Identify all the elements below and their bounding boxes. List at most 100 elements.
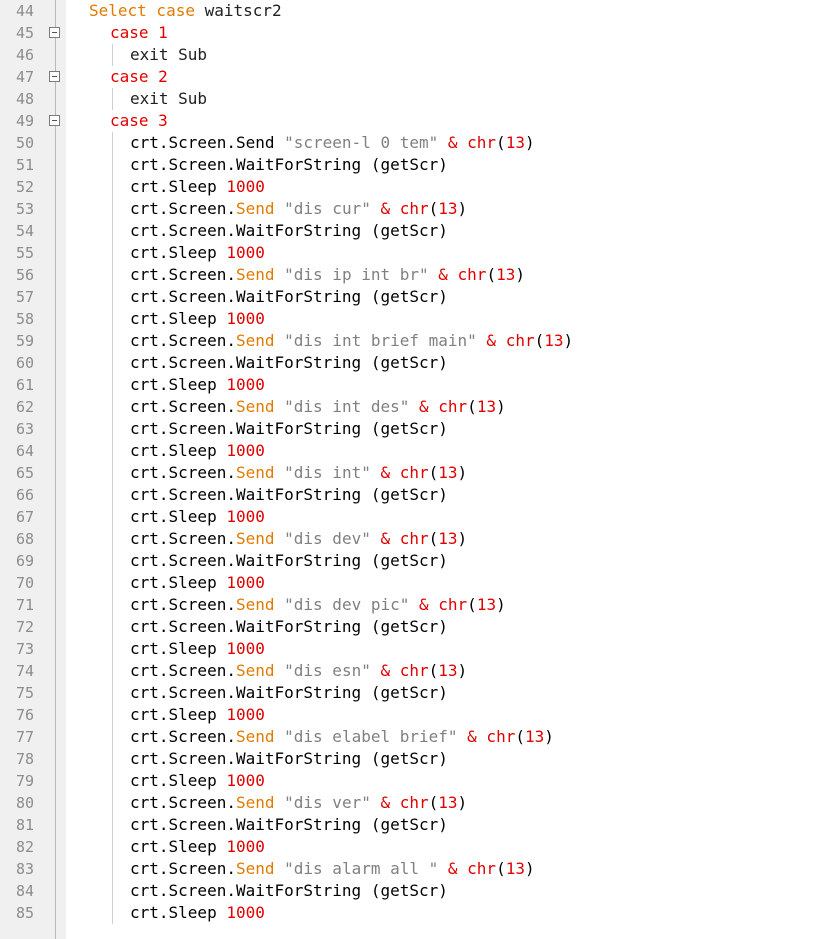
code-line[interactable]: 70 crt.Sleep 1000 (0, 572, 831, 594)
code-line[interactable]: 84 crt.Screen.WaitForString (getScr) (0, 880, 831, 902)
fold-toggle-icon[interactable] (49, 27, 60, 38)
code-line[interactable]: 82 crt.Sleep 1000 (0, 836, 831, 858)
code-line[interactable]: 55 crt.Sleep 1000 (0, 242, 831, 264)
line-number: 49 (15, 112, 34, 130)
code-line[interactable]: 65 crt.Screen.Send "dis int" & chr(13) (0, 462, 831, 484)
code-line[interactable]: 44 Select case waitscr2 (0, 0, 831, 22)
code-line[interactable]: 75 crt.Screen.WaitForString (getScr) (0, 682, 831, 704)
code-line[interactable]: 85 crt.Sleep 1000 (0, 902, 831, 924)
code-line[interactable]: 51 crt.Screen.WaitForString (getScr) (0, 154, 831, 176)
code-lines[interactable]: 44 Select case waitscr2 45 case 1 46 exit Sub… (0, 0, 831, 924)
code-text[interactable]: exit Sub (130, 44, 207, 66)
code-line[interactable]: 80 crt.Screen.Send "dis ver" & chr(13) (0, 792, 831, 814)
code-text[interactable]: crt.Screen.Send "dis dev pic" & chr(13) (130, 594, 506, 616)
code-text[interactable]: crt.Screen.WaitForString (getScr) (130, 484, 448, 506)
code-line[interactable]: 67 crt.Sleep 1000 (0, 506, 831, 528)
code-text[interactable]: crt.Screen.WaitForString (getScr) (130, 220, 448, 242)
code-line[interactable]: 78 crt.Screen.WaitForString (getScr) (0, 748, 831, 770)
code-text[interactable]: crt.Sleep 1000 (130, 506, 265, 528)
code-line[interactable]: 73 crt.Sleep 1000 (0, 638, 831, 660)
code-text[interactable]: crt.Sleep 1000 (130, 242, 265, 264)
code-text[interactable]: crt.Screen.Send "dis cur" & chr(13) (130, 198, 467, 220)
code-line[interactable]: 81 crt.Screen.WaitForString (getScr) (0, 814, 831, 836)
code-text[interactable]: crt.Screen.Send "dis dev" & chr(13) (130, 528, 467, 550)
code-line[interactable]: 64 crt.Sleep 1000 (0, 440, 831, 462)
code-line[interactable]: 77 crt.Screen.Send "dis elabel brief" & c… (0, 726, 831, 748)
code-line[interactable]: 60 crt.Screen.WaitForString (getScr) (0, 352, 831, 374)
code-text[interactable]: crt.Sleep 1000 (130, 374, 265, 396)
code-text[interactable]: crt.Screen.Send "dis alarm all " & chr(1… (130, 858, 535, 880)
code-text[interactable]: crt.Screen.WaitForString (getScr) (130, 682, 448, 704)
code-line[interactable]: 71 crt.Screen.Send "dis dev pic" & chr(13… (0, 594, 831, 616)
fold-toggle-icon[interactable] (49, 71, 60, 82)
line-number: 60 (15, 354, 34, 372)
code-text[interactable]: crt.Screen.WaitForString (getScr) (130, 154, 448, 176)
code-token: ( (467, 595, 477, 614)
code-text[interactable]: crt.Sleep 1000 (130, 440, 265, 462)
code-line[interactable]: 48 exit Sub (0, 88, 831, 110)
indent-guide (112, 176, 113, 198)
code-text[interactable]: exit Sub (130, 88, 207, 110)
code-text[interactable]: case 2 (110, 66, 168, 88)
code-text[interactable]: crt.Sleep 1000 (130, 308, 265, 330)
indent-guide (112, 682, 113, 704)
code-text[interactable]: Select case waitscr2 (89, 0, 282, 22)
code-line[interactable]: 63 crt.Screen.WaitForString (getScr) (0, 418, 831, 440)
code-token: case (110, 23, 159, 42)
line-number: 55 (15, 244, 34, 262)
code-text[interactable]: crt.Sleep 1000 (130, 704, 265, 726)
code-line[interactable]: 47 case 2 (0, 66, 831, 88)
code-line[interactable]: 76 crt.Sleep 1000 (0, 704, 831, 726)
code-text[interactable]: crt.Screen.WaitForString (getScr) (130, 748, 448, 770)
line-number: 47 (15, 68, 34, 86)
code-text[interactable]: crt.Screen.Send "dis esn" & chr(13) (130, 660, 467, 682)
code-text[interactable]: crt.Screen.Send "dis int brief main" & c… (130, 330, 573, 352)
code-text[interactable]: crt.Screen.Send "dis ip int br" & chr(13… (130, 264, 525, 286)
code-line[interactable]: 69 crt.Screen.WaitForString (getScr) (0, 550, 831, 572)
code-line[interactable]: 62 crt.Screen.Send "dis int des" & chr(13… (0, 396, 831, 418)
code-line[interactable]: 83 crt.Screen.Send "dis alarm all " & chr… (0, 858, 831, 880)
code-line[interactable]: 53 crt.Screen.Send "dis cur" & chr(13) (0, 198, 831, 220)
code-line[interactable]: 54 crt.Screen.WaitForString (getScr) (0, 220, 831, 242)
code-text[interactable]: crt.Screen.WaitForString (getScr) (130, 880, 448, 902)
code-line[interactable]: 66 crt.Screen.WaitForString (getScr) (0, 484, 831, 506)
code-line[interactable]: 52 crt.Sleep 1000 (0, 176, 831, 198)
code-text[interactable]: crt.Sleep 1000 (130, 572, 265, 594)
code-line[interactable]: 50 crt.Screen.Send "screen-l 0 tem" & chr… (0, 132, 831, 154)
code-text[interactable]: crt.Screen.WaitForString (getScr) (130, 286, 448, 308)
fold-toggle-icon[interactable] (49, 115, 60, 126)
code-text[interactable]: case 3 (110, 110, 168, 132)
code-line[interactable]: 58 crt.Sleep 1000 (0, 308, 831, 330)
code-token: crt.Sleep (130, 309, 227, 328)
code-text[interactable]: crt.Screen.WaitForString (getScr) (130, 814, 448, 836)
code-text[interactable]: crt.Screen.Send "dis elabel brief" & chr… (130, 726, 554, 748)
code-line[interactable]: 57 crt.Screen.WaitForString (getScr) (0, 286, 831, 308)
code-editor[interactable]: 44 Select case waitscr2 45 case 1 46 exit Sub… (0, 0, 831, 939)
code-line[interactable]: 61 crt.Sleep 1000 (0, 374, 831, 396)
indent-guide (112, 286, 113, 308)
code-line[interactable]: 46 exit Sub (0, 44, 831, 66)
code-text[interactable]: crt.Screen.Send "screen-l 0 tem" & chr(1… (130, 132, 535, 154)
code-text[interactable]: crt.Screen.WaitForString (getScr) (130, 352, 448, 374)
code-text[interactable]: crt.Sleep 1000 (130, 770, 265, 792)
code-text[interactable]: crt.Screen.Send "dis int des" & chr(13) (130, 396, 506, 418)
code-token: Send (235, 595, 285, 614)
code-line[interactable]: 72 crt.Screen.WaitForString (getScr) (0, 616, 831, 638)
code-line[interactable]: 45 case 1 (0, 22, 831, 44)
code-text[interactable]: crt.Screen.WaitForString (getScr) (130, 616, 448, 638)
code-text[interactable]: crt.Sleep 1000 (130, 902, 265, 924)
code-line[interactable]: 74 crt.Screen.Send "dis esn" & chr(13) (0, 660, 831, 682)
code-text[interactable]: crt.Sleep 1000 (130, 176, 265, 198)
code-text[interactable]: crt.Screen.Send "dis int" & chr(13) (130, 462, 467, 484)
code-text[interactable]: case 1 (110, 22, 168, 44)
code-text[interactable]: crt.Screen.Send "dis ver" & chr(13) (130, 792, 467, 814)
code-line[interactable]: 56 crt.Screen.Send "dis ip int br" & chr(… (0, 264, 831, 286)
code-line[interactable]: 68 crt.Screen.Send "dis dev" & chr(13) (0, 528, 831, 550)
code-line[interactable]: 59 crt.Screen.Send "dis int brief main" &… (0, 330, 831, 352)
code-text[interactable]: crt.Sleep 1000 (130, 638, 265, 660)
code-line[interactable]: 49 case 3 (0, 110, 831, 132)
code-text[interactable]: crt.Sleep 1000 (130, 836, 265, 858)
code-text[interactable]: crt.Screen.WaitForString (getScr) (130, 550, 448, 572)
code-text[interactable]: crt.Screen.WaitForString (getScr) (130, 418, 448, 440)
code-line[interactable]: 79 crt.Sleep 1000 (0, 770, 831, 792)
